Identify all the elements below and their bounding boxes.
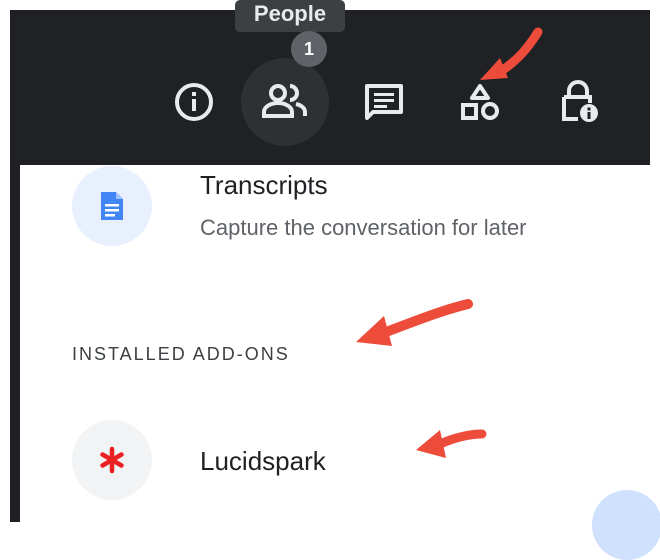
floating-action-button[interactable] bbox=[592, 490, 660, 560]
chat-button[interactable] bbox=[340, 58, 428, 146]
people-count-badge: 1 bbox=[291, 31, 327, 67]
transcripts-description: Capture the conversation for later bbox=[200, 215, 527, 240]
meeting-toolbar: People 1 bbox=[10, 0, 650, 165]
transcripts-icon-circle bbox=[72, 166, 152, 246]
panel-left-border bbox=[10, 165, 20, 522]
document-icon bbox=[101, 192, 123, 220]
annotation-arrow-activities bbox=[480, 27, 543, 80]
annotation-arrow-lucidspark bbox=[416, 429, 487, 458]
people-tooltip-text: People bbox=[253, 1, 327, 26]
people-tooltip: People bbox=[235, 0, 345, 32]
annotation-arrow-installed bbox=[356, 299, 473, 346]
people-icon bbox=[262, 84, 307, 118]
transcripts-title: Transcripts bbox=[200, 170, 328, 200]
lucidspark-name: Lucidspark bbox=[200, 446, 326, 476]
lucidspark-icon-circle bbox=[72, 420, 152, 500]
host-controls-icon bbox=[562, 80, 598, 122]
info-icon bbox=[175, 83, 213, 121]
lucidspark-asterisk-icon bbox=[100, 446, 124, 474]
chat-icon bbox=[365, 84, 403, 120]
meeting-details-button[interactable] bbox=[150, 58, 238, 146]
people-button[interactable] bbox=[241, 58, 329, 146]
toolbar-edge bbox=[650, 10, 660, 165]
people-count: 1 bbox=[303, 39, 314, 59]
installed-addons-heading: INSTALLED ADD-ONS bbox=[72, 344, 290, 364]
